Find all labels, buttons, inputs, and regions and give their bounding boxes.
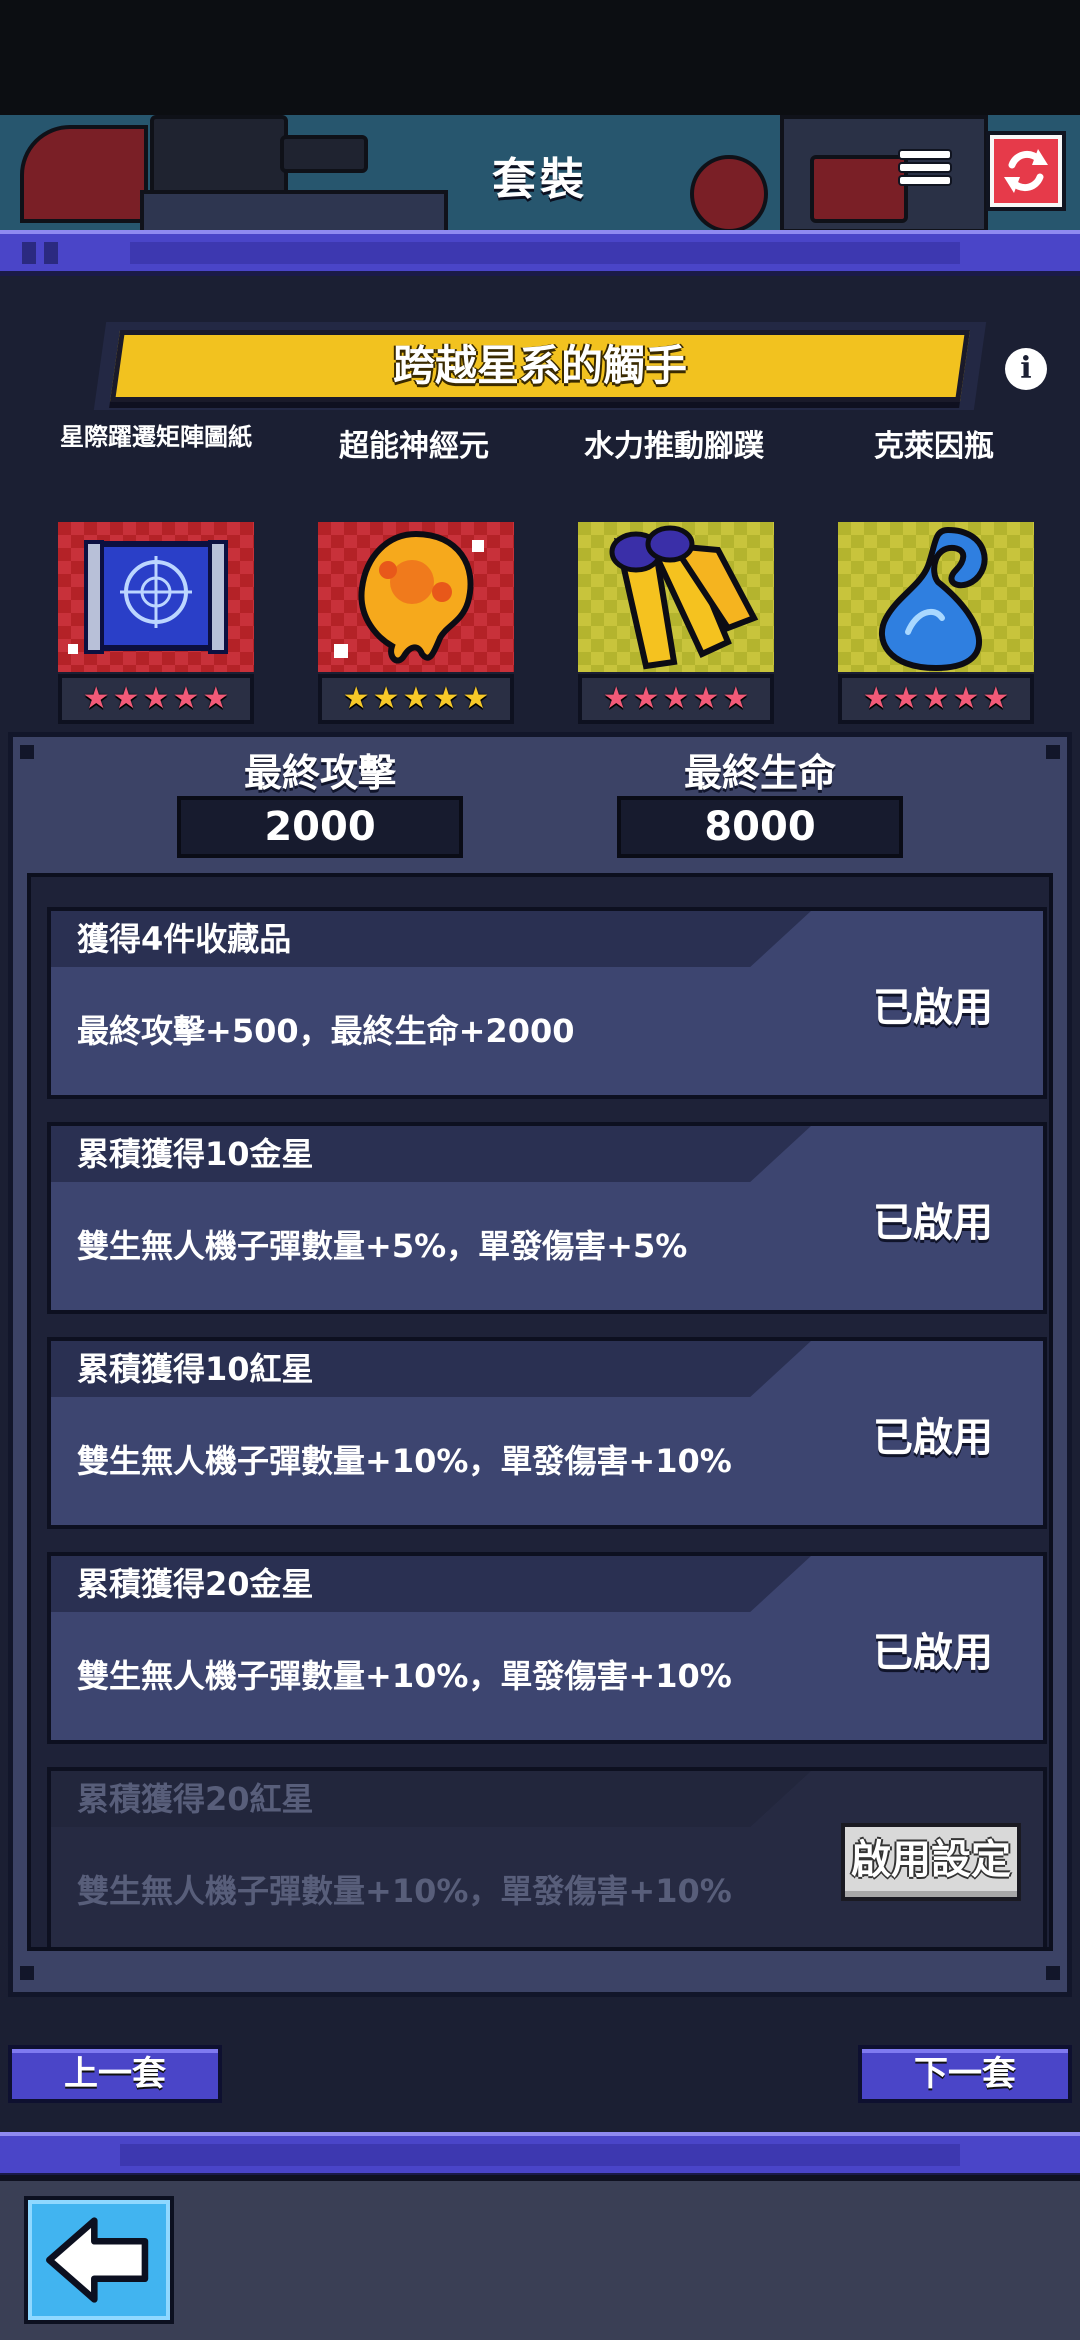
collectible-flippers[interactable] xyxy=(578,522,774,672)
collectible-name-2: 超能神經元 xyxy=(339,429,489,464)
attack-label: 最終攻擊 xyxy=(243,751,396,795)
rivet xyxy=(20,745,34,759)
collectible-name-1: 星際躍遷矩陣圖紙 xyxy=(60,423,252,451)
star-icon: ★ xyxy=(862,681,890,716)
list-icon[interactable] xyxy=(900,145,950,195)
collectible-name-4: 克萊因瓶 xyxy=(874,429,994,464)
collectible-neuron[interactable] xyxy=(318,522,514,672)
star-rating-3: ★ ★ ★ ★ ★ xyxy=(578,674,774,724)
back-arrow-icon xyxy=(46,2217,149,2303)
star-rating-1: ★ ★ ★ ★ ★ xyxy=(58,674,254,724)
refresh-button[interactable] xyxy=(990,135,1062,207)
bonus-card: 獲得4件收藏品 最終攻擊+500，最終生命+2000 已啟用 xyxy=(47,907,1047,1099)
bonus-card: 累積獲得10金星 雙生無人機子彈數量+5%，單發傷害+5% 已啟用 xyxy=(47,1122,1047,1314)
klein-bottle-icon xyxy=(879,526,988,672)
star-icon: ★ xyxy=(112,681,140,716)
hp-value: 8000 xyxy=(617,796,903,858)
star-icon: ★ xyxy=(342,681,370,716)
flippers-icon xyxy=(609,525,759,670)
star-icon: ★ xyxy=(372,681,400,716)
enable-settings-button[interactable]: 啟用設定 xyxy=(841,1823,1021,1901)
star-icon: ★ xyxy=(692,681,720,716)
bonus-title: 累積獲得20金星 xyxy=(77,1565,314,1603)
star-icon: ★ xyxy=(602,681,630,716)
bonus-list[interactable]: 獲得4件收藏品 最終攻擊+500，最終生命+2000 已啟用 累積獲得10金星 … xyxy=(27,873,1053,1951)
star-icon: ★ xyxy=(202,681,230,716)
hp-label: 最終生命 xyxy=(683,751,836,795)
star-icon: ★ xyxy=(432,681,460,716)
bonus-desc: 雙生無人機子彈數量+5%，單發傷害+5% xyxy=(77,1227,688,1265)
star-icon: ★ xyxy=(662,681,690,716)
set-title: 跨越星系的觸手 xyxy=(392,341,687,390)
bonus-desc: 雙生無人機子彈數量+10%，單發傷害+10% xyxy=(77,1442,732,1480)
star-icon: ★ xyxy=(142,681,170,716)
rivet xyxy=(1046,745,1060,759)
rivet xyxy=(20,1966,34,1980)
collectible-klein-bottle[interactable] xyxy=(838,522,1034,672)
neuron-orb-icon xyxy=(334,530,484,664)
bonus-status: 已啟用 xyxy=(873,1630,993,1676)
refresh-icon xyxy=(1004,149,1048,193)
rivet xyxy=(1046,1966,1060,1980)
bonus-title: 累積獲得10金星 xyxy=(77,1135,314,1173)
blueprint-icon xyxy=(68,540,228,654)
bonus-desc: 雙生無人機子彈數量+10%，單發傷害+10% xyxy=(77,1872,732,1910)
star-icon: ★ xyxy=(402,681,430,716)
bonus-title: 累積獲得20紅星 xyxy=(77,1780,314,1818)
star-rating-2: ★ ★ ★ ★ ★ xyxy=(318,674,514,724)
back-button[interactable] xyxy=(24,2196,174,2324)
star-icon: ★ xyxy=(922,681,950,716)
star-icon: ★ xyxy=(82,681,110,716)
star-icon: ★ xyxy=(982,681,1010,716)
star-icon: ★ xyxy=(952,681,980,716)
bonus-title: 累積獲得10紅星 xyxy=(77,1350,314,1388)
next-set-button[interactable]: 下一套 xyxy=(858,2045,1072,2103)
bonus-status: 已啟用 xyxy=(873,985,993,1031)
collectible-name-3: 水力推動腳蹼 xyxy=(584,429,764,464)
bonus-card: 累積獲得20金星 雙生無人機子彈數量+10%，單發傷害+10% 已啟用 xyxy=(47,1552,1047,1744)
prev-set-button[interactable]: 上一套 xyxy=(8,2045,222,2103)
bonus-status: 已啟用 xyxy=(873,1415,993,1461)
star-icon: ★ xyxy=(632,681,660,716)
status-bar xyxy=(0,0,1080,115)
star-icon: ★ xyxy=(722,681,750,716)
footer-band xyxy=(0,2132,1080,2178)
star-rating-4: ★ ★ ★ ★ ★ xyxy=(838,674,1034,724)
star-icon: ★ xyxy=(462,681,490,716)
bonus-card: 累積獲得10紅星 雙生無人機子彈數量+10%，單發傷害+10% 已啟用 xyxy=(47,1337,1047,1529)
bonus-title: 獲得4件收藏品 xyxy=(77,920,292,958)
header-band xyxy=(0,230,1080,276)
bonus-desc: 最終攻擊+500，最終生命+2000 xyxy=(77,1012,575,1050)
attack-value: 2000 xyxy=(177,796,463,858)
collectible-blueprint[interactable] xyxy=(58,522,254,672)
bonus-card-locked: 累積獲得20紅星 雙生無人機子彈數量+10%，單發傷害+10% 啟用設定 xyxy=(47,1767,1047,1947)
bonus-desc: 雙生無人機子彈數量+10%，單發傷害+10% xyxy=(77,1657,732,1695)
star-icon: ★ xyxy=(892,681,920,716)
star-icon: ★ xyxy=(172,681,200,716)
bonus-status: 已啟用 xyxy=(873,1200,993,1246)
info-icon[interactable]: i xyxy=(1005,348,1047,390)
